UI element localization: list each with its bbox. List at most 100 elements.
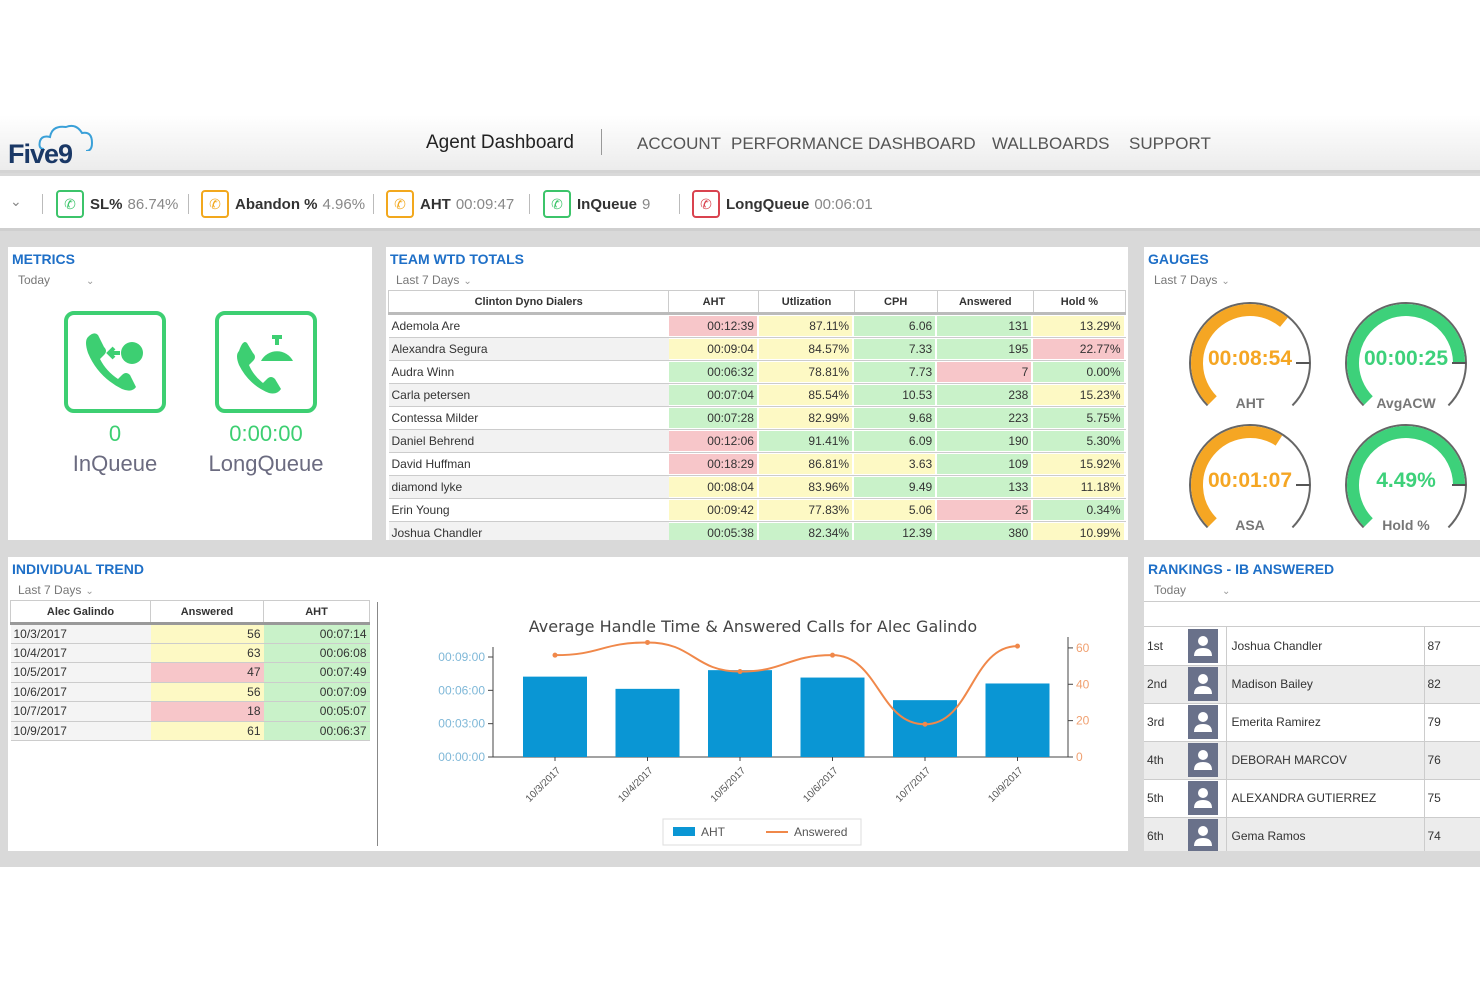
team-period-select[interactable]: Last 7 Days ⌄ xyxy=(396,273,472,287)
team-row[interactable]: Daniel Behrend 00:12:06 91.41% 6.09 190 5.30% xyxy=(388,429,1126,453)
team-cell: 00:07:28 xyxy=(668,406,759,430)
team-col-2[interactable]: Utlization xyxy=(758,290,855,315)
trend-col-answered[interactable]: Answered xyxy=(150,600,264,625)
aht-bar[interactable] xyxy=(708,670,772,757)
right-tick-label: 20 xyxy=(1076,714,1090,728)
team-cell: 190 xyxy=(937,429,1034,453)
team-row[interactable]: Carla petersen 00:07:04 85.54% 10.53 238 15.2… xyxy=(388,383,1126,407)
nav-divider xyxy=(601,129,602,155)
team-row[interactable]: David Huffman 00:18:29 86.81% 3.63 109 15.92% xyxy=(388,452,1126,476)
ranking-row[interactable]: 2nd Madison Bailey 82 xyxy=(1144,665,1480,704)
rankings-panel: RANKINGS - IB ANSWERED Today ⌄ 1st Joshua … xyxy=(1144,557,1480,851)
rank-agent-name: Madison Bailey xyxy=(1226,665,1425,704)
rank-position: 3rd xyxy=(1144,703,1188,742)
aht-bar[interactable] xyxy=(985,683,1050,757)
rank-agent-name: Joshua Chandler xyxy=(1226,627,1425,666)
trend-answered: 47 xyxy=(150,662,264,683)
ranking-row[interactable]: 3rd Emerita Ramirez 79 xyxy=(1144,703,1480,742)
metrics-title: METRICS xyxy=(12,251,75,267)
trend-aht: 00:07:49 xyxy=(263,662,370,683)
team-cell-value: 9.49 xyxy=(854,477,936,497)
team-row[interactable]: Audra Winn 00:06:32 78.81% 7.73 7 0.00% xyxy=(388,360,1126,384)
answered-point[interactable] xyxy=(922,721,928,727)
team-col-3[interactable]: CPH xyxy=(853,290,938,315)
aht-bar[interactable] xyxy=(800,677,865,757)
ranking-row[interactable]: 4th DEBORAH MARCOV 76 xyxy=(1144,741,1480,780)
answered-point[interactable] xyxy=(830,652,835,658)
rankings-period-select[interactable]: Today ⌄ xyxy=(1154,583,1230,597)
x-tick-label: 10/3/2017 xyxy=(524,765,564,805)
avatar-cell xyxy=(1188,779,1227,818)
team-row[interactable]: Contessa Milder 00:07:28 82.99% 9.68 223 5.75… xyxy=(388,406,1126,430)
five9-logo[interactable]: Five9 xyxy=(8,121,98,169)
team-cell-value: 78.81% xyxy=(758,362,853,382)
collapse-chevron-icon[interactable]: ⌄ xyxy=(10,193,22,210)
left-tick-label: 00:00:00 xyxy=(438,750,485,764)
team-cell: 15.23% xyxy=(1033,383,1126,407)
nav-account[interactable]: ACCOUNT xyxy=(637,134,721,154)
team-cell-value: 85.54% xyxy=(758,385,853,405)
team-row[interactable]: diamond lyke 00:08:04 83.96% 9.49 133 11.18% xyxy=(388,475,1126,499)
nav-support[interactable]: SUPPORT xyxy=(1129,134,1211,154)
gauge-asa: 00:01:07 ASA xyxy=(1180,421,1320,541)
team-col-0[interactable]: Clinton Dyno Dialers xyxy=(387,290,670,315)
rank-value: 76 xyxy=(1424,741,1480,780)
team-cell: 12.39 xyxy=(854,521,938,540)
team-cell: 195 xyxy=(937,337,1034,361)
trend-col-agent[interactable]: Alec Galindo xyxy=(10,600,151,625)
team-col-5[interactable]: Hold % xyxy=(1032,290,1127,315)
team-cell: 83.96% xyxy=(758,475,855,499)
team-cell: 15.92% xyxy=(1033,452,1126,476)
team-cell-value: 00:06:32 xyxy=(668,362,757,382)
aht-bar[interactable] xyxy=(893,700,957,757)
team-col-4[interactable]: Answered xyxy=(936,290,1034,315)
ranking-row[interactable]: 5th ALEXANDRA GUTIERREZ 75 xyxy=(1144,779,1480,818)
trend-aht: 00:05:07 xyxy=(263,701,370,722)
answered-point[interactable] xyxy=(737,669,743,675)
trend-row[interactable]: 10/4/2017 63 00:06:08 xyxy=(10,643,370,663)
trend-row[interactable]: 10/7/2017 18 00:05:07 xyxy=(10,701,370,722)
answered-point[interactable] xyxy=(645,639,650,645)
aht-bar[interactable] xyxy=(615,688,680,757)
team-cell-value: 131 xyxy=(937,316,1032,336)
trend-col-aht[interactable]: AHT xyxy=(263,600,370,625)
answered-point[interactable] xyxy=(552,652,558,658)
ranking-row[interactable]: 6th Gema Ramos 74 xyxy=(1144,817,1480,851)
agent-name: diamond lyke xyxy=(388,475,669,499)
team-row[interactable]: Erin Young 00:09:42 77.83% 5.06 25 0.34% xyxy=(388,498,1126,522)
ranking-row[interactable]: 1st Joshua Chandler 87 xyxy=(1144,627,1480,666)
metrics-period-select[interactable]: Today ⌄ xyxy=(18,273,94,287)
team-cell-value: 86.81% xyxy=(758,454,853,474)
team-row[interactable]: Joshua Chandler 00:05:38 82.34% 12.39 380 10.… xyxy=(388,521,1126,540)
team-cell-value: 00:05:38 xyxy=(668,523,757,540)
avatar-cell xyxy=(1188,741,1227,780)
agent-name: Audra Winn xyxy=(388,360,669,384)
aht-bar[interactable] xyxy=(523,676,587,757)
team-row[interactable]: Ademola Are 00:12:39 87.11% 6.06 131 13.29% xyxy=(388,313,1126,338)
rankings-header xyxy=(1144,601,1480,627)
team-col-1[interactable]: AHT xyxy=(668,290,760,315)
x-tick-label: 10/9/2017 xyxy=(986,765,1026,805)
trend-period-select[interactable]: Last 7 Days ⌄ xyxy=(18,583,94,597)
legend-aht-label: AHT xyxy=(701,825,726,839)
team-row[interactable]: Alexandra Segura 00:09:04 84.57% 7.33 195 22.… xyxy=(388,337,1126,361)
team-cell: 86.81% xyxy=(758,452,855,476)
avatar-cell xyxy=(1188,627,1227,666)
team-cell: 10.99% xyxy=(1033,521,1126,540)
trend-row[interactable]: 10/3/2017 56 00:07:14 xyxy=(10,623,370,644)
team-cell-value: 00:07:28 xyxy=(668,408,757,428)
team-cell: 3.63 xyxy=(854,452,938,476)
nav-wallboards[interactable]: WALLBOARDS xyxy=(992,134,1109,154)
answered-point[interactable] xyxy=(1015,643,1020,649)
team-cell: 00:18:29 xyxy=(668,452,759,476)
gauges-period-select[interactable]: Last 7 Days ⌄ xyxy=(1154,273,1230,287)
gauge-value: 00:01:07 xyxy=(1207,469,1293,492)
phone-stopwatch-icon xyxy=(237,335,293,394)
trend-row[interactable]: 10/5/2017 47 00:07:49 xyxy=(10,662,370,683)
page-title[interactable]: Agent Dashboard xyxy=(426,132,574,154)
phone-queue-icon: ✆ xyxy=(543,190,571,218)
gauge-hold: 4.49% Hold % xyxy=(1336,421,1476,541)
trend-row[interactable]: 10/9/2017 61 00:06:37 xyxy=(10,721,370,741)
trend-row[interactable]: 10/6/2017 56 00:07:09 xyxy=(10,682,370,702)
nav-performance-dashboard[interactable]: PERFORMANCE DASHBOARD xyxy=(731,134,976,154)
